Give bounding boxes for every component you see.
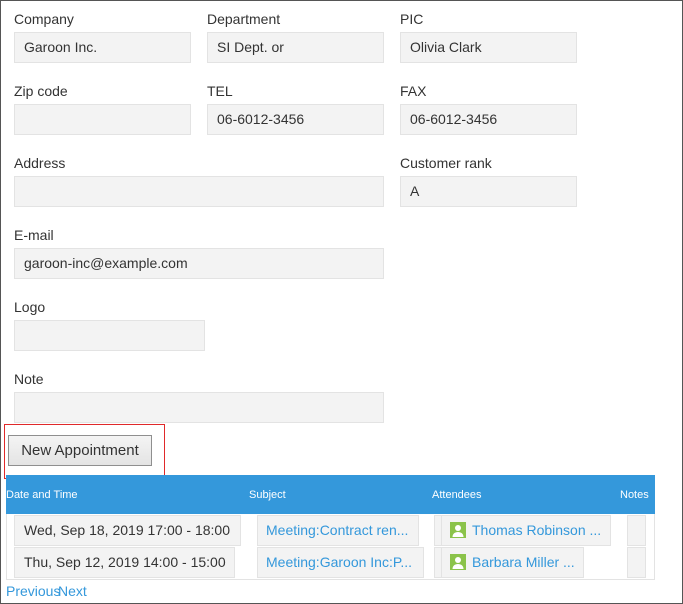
row-2-subject-link[interactable]: Meeting:Garoon Inc:P... [257,547,424,578]
table-border-bottom [6,579,655,580]
address-label: Address [14,155,66,171]
row-1-attendee[interactable]: Thomas Robinson ... [441,515,611,546]
row-2-attendee-name[interactable]: Barbara Miller ... [472,554,575,570]
row-2-notes [627,547,646,578]
pic-label: PIC [400,11,424,27]
next-link[interactable]: Next [58,583,87,599]
row-1-attendee-name[interactable]: Thomas Robinson ... [472,522,601,538]
zip-field [14,104,191,135]
email-label: E-mail [14,227,54,243]
tel-label: TEL [207,83,233,99]
department-field: SI Dept. or [207,32,384,63]
col-header-notes: Notes [620,489,649,501]
table-border-left [6,514,7,580]
email-field: garoon-inc@example.com [14,248,384,279]
rank-label: Customer rank [400,155,492,171]
row-2-date: Thu, Sep 12, 2019 14:00 - 15:00 [14,547,235,578]
company-field: Garoon Inc. [14,32,191,63]
address-field [14,176,384,207]
department-label: Department [207,11,281,27]
note-field [14,392,384,423]
logo-label: Logo [14,299,46,315]
pic-field: Olivia Clark [400,32,577,63]
row-1-subject-link[interactable]: Meeting:Contract ren... [257,515,419,546]
user-avatar-icon [450,522,466,538]
logo-field [14,320,205,351]
col-header-subject: Subject [249,489,286,501]
col-header-date: Date and Time [6,489,78,501]
zip-label: Zip code [14,83,68,99]
row-1-notes [627,515,646,546]
row-2-attendee[interactable]: Barbara Miller ... [441,547,584,578]
col-header-attendees: Attendees [432,489,482,501]
company-label: Company [14,11,74,27]
table-border-right [654,514,655,580]
user-avatar-icon [450,554,466,570]
previous-link[interactable]: Previous [6,583,60,599]
fax-field: 06-6012-3456 [400,104,577,135]
note-label: Note [14,371,44,387]
new-appointment-button[interactable]: New Appointment [8,435,152,466]
rank-field: A [400,176,577,207]
row-1-date: Wed, Sep 18, 2019 17:00 - 18:00 [14,515,241,546]
appointments-table-header: Date and Time Subject Attendees Notes [6,475,655,514]
tel-field: 06-6012-3456 [207,104,384,135]
fax-label: FAX [400,83,427,99]
